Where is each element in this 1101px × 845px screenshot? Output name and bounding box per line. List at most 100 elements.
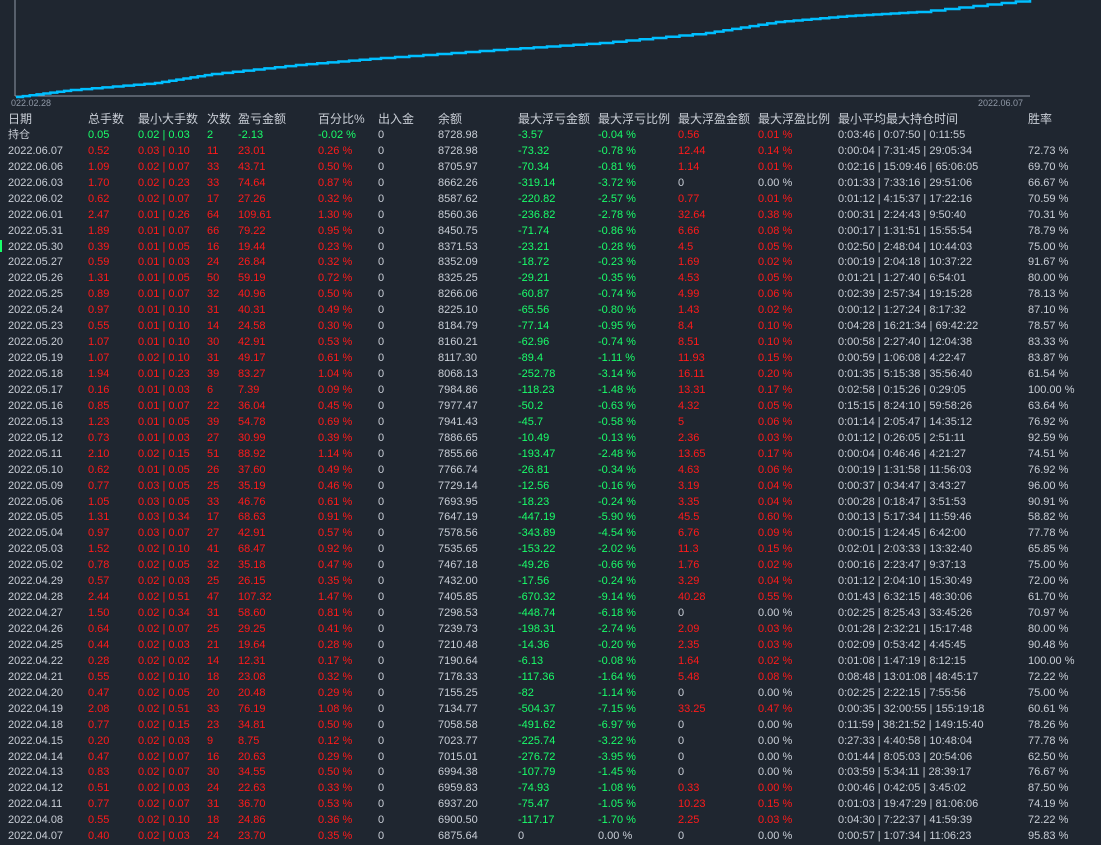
balance-cell: 8068.13 (438, 368, 478, 380)
max-floating-profit-cell: 2.25 (678, 814, 700, 827)
total-lots-cell: 2.44 (88, 591, 110, 604)
max-floating-profit-cell: 33.25 (678, 702, 706, 715)
date-cell: 2022.05.04 (8, 527, 64, 540)
table-row: 2022.04.12 0.51 0.02 | 0.03 24 22.63 0.33 % 0 6… (0, 781, 1101, 797)
total-lots-cell: 0.55 (88, 814, 110, 827)
date-cell: 2022.05.26 (8, 272, 64, 285)
min-max-lots-cell: 0.02 | 0.34 (138, 607, 190, 620)
pnl-percent-cell: 0.46 % (318, 479, 353, 492)
deposit-withdraw-cell: 0 (378, 399, 385, 412)
balance-cell: 6937.20 (438, 798, 478, 811)
min-max-lots-cell: 0.02 | 0.02 (138, 654, 190, 667)
pnl-percent-cell: 1.08 % (318, 702, 353, 715)
max-floating-profit-pct-cell: 0.17 % (758, 383, 793, 396)
balance-cell: 8117.30 (438, 352, 477, 365)
max-floating-profit-cell: 6.76 (678, 527, 700, 540)
deposit-withdraw-cell: 0 (378, 750, 385, 763)
hold-time-min-avg-max-cell: 0:00:37 | 0:34:47 | 3:43:27 (838, 479, 967, 492)
date-cell: 2022.05.12 (8, 431, 64, 444)
min-max-lots-cell: 0.03 | 0.07 (138, 527, 190, 540)
max-floating-loss-pct-cell: -1.64 % (598, 670, 636, 683)
trade-count-cell: 21 (207, 638, 220, 651)
pnl-percent-cell: 0.50 % (318, 718, 353, 731)
deposit-withdraw-cell: 0 (378, 559, 385, 572)
table-row: 2022.05.19 1.07 0.02 | 0.10 31 49.17 0.61 % 0 8… (0, 351, 1101, 367)
max-floating-loss-pct-cell: -0.74 % (598, 336, 636, 349)
max-floating-loss-cell: -491.62 (518, 718, 556, 731)
max-floating-loss-pct-cell: -1.45 % (598, 766, 636, 779)
pnl-amount-cell: 40.31 (238, 304, 266, 317)
max-floating-profit-pct-cell: 0.55 % (758, 591, 793, 604)
trade-count-cell: 24 (207, 256, 220, 269)
pnl-amount-cell: 7.39 (238, 383, 260, 396)
total-lots-cell: 0.59 (88, 256, 110, 269)
win-rate-cell: 95.83 % (1028, 830, 1069, 843)
win-rate-cell: 92.59 % (1028, 431, 1069, 444)
hold-time-min-avg-max-cell: 0:01:12 | 0:26:05 | 2:51:11 (838, 431, 966, 444)
max-floating-profit-cell: 0 (678, 734, 685, 747)
min-max-lots-cell: 0.02 | 0.03 (138, 830, 190, 843)
max-floating-profit-cell: 0 (678, 766, 685, 779)
win-rate-cell: 87.50 % (1028, 782, 1069, 795)
total-lots-cell: 0.47 (88, 750, 110, 763)
pnl-percent-cell: 0.09 % (318, 383, 353, 396)
balance-cell: 7023.77 (438, 734, 478, 747)
trade-count-cell: 6 (207, 383, 214, 396)
deposit-withdraw-cell: 0 (378, 575, 385, 588)
hold-time-min-avg-max-cell: 0:01:33 | 7:33:16 | 29:51:06 (838, 176, 973, 189)
max-floating-profit-pct-cell: 0.01 % (758, 192, 793, 205)
table-row: 2022.04.19 2.08 0.02 | 0.51 33 76.19 1.08 % 0 7… (0, 702, 1101, 718)
min-max-lots-cell: 最小大手数 (138, 112, 199, 126)
max-floating-profit-cell: 0 (678, 686, 685, 699)
deposit-withdraw-cell: 0 (378, 734, 385, 747)
max-floating-loss-cell: 0 (518, 830, 525, 843)
total-lots-cell: 1.50 (88, 607, 110, 620)
max-floating-loss-cell: -82 (518, 686, 534, 699)
max-floating-profit-pct-cell: 0.06 % (758, 288, 793, 301)
max-floating-profit-pct-cell: 0.15 % (758, 352, 793, 365)
deposit-withdraw-cell: 0 (378, 208, 385, 221)
win-rate-cell: 63.64 % (1028, 399, 1069, 412)
hold-time-min-avg-max-cell: 0:00:13 | 5:17:34 | 11:59:46 (838, 511, 972, 524)
deposit-withdraw-cell: 0 (378, 511, 385, 524)
min-max-lots-cell: 0.01 | 0.03 (138, 256, 190, 269)
total-lots-cell: 1.89 (88, 224, 110, 237)
min-max-lots-cell: 0.02 | 0.07 (138, 766, 190, 779)
deposit-withdraw-cell: 0 (378, 670, 385, 683)
chart-x-start-label: 022.02.28 (11, 98, 52, 108)
pnl-percent-cell: 0.29 % (318, 686, 353, 699)
balance-cell: 7298.53 (438, 607, 478, 620)
max-floating-loss-pct-cell: -2.74 % (598, 623, 636, 635)
hold-time-min-avg-max-cell: 0:02:01 | 2:03:33 | 13:32:40 (838, 543, 973, 556)
deposit-withdraw-cell: 0 (378, 272, 385, 285)
min-max-lots-cell: 0.03 | 0.05 (138, 495, 190, 508)
balance-cell: 7855.66 (438, 447, 478, 460)
max-floating-profit-pct-cell: 0.02 % (758, 559, 793, 572)
max-floating-profit-pct-cell: 0.00 % (758, 686, 793, 699)
trade-count-cell: 24 (207, 830, 220, 843)
date-cell: 2022.05.24 (8, 304, 64, 317)
date-cell: 2022.05.23 (8, 320, 64, 333)
win-rate-cell: 76.67 % (1028, 766, 1069, 779)
max-floating-loss-cell: -198.31 (518, 623, 556, 635)
win-rate-cell: 58.82 % (1028, 511, 1069, 524)
total-lots-cell: 1.09 (88, 160, 110, 173)
date-cell: 2022.06.01 (8, 208, 64, 221)
hold-time-min-avg-max-cell: 0:02:58 | 0:15:26 | 0:29:05 (838, 383, 967, 396)
total-lots-cell: 0.85 (88, 399, 110, 412)
pnl-percent-cell: 0.17 % (318, 654, 353, 667)
win-rate-cell: 胜率 (1028, 112, 1053, 126)
max-floating-profit-pct-cell: 0.01 % (758, 128, 793, 141)
date-cell: 2022.05.16 (8, 399, 64, 412)
hold-time-min-avg-max-cell: 0:00:58 | 2:27:40 | 12:04:38 (838, 336, 973, 349)
win-rate-cell: 70.59 % (1028, 192, 1069, 205)
max-floating-profit-pct-cell: 0.04 % (758, 495, 793, 508)
pnl-percent-cell: 0.47 % (318, 559, 353, 572)
pnl-amount-cell: 23.08 (238, 670, 266, 683)
pnl-amount-cell: 107.32 (238, 591, 272, 604)
pnl-amount-cell: -2.13 (238, 128, 264, 141)
max-floating-loss-pct-cell: -3.22 % (598, 734, 636, 747)
max-floating-profit-pct-cell: 0.47 % (758, 702, 793, 715)
hold-time-min-avg-max-cell: 0:00:15 | 1:24:45 | 6:42:00 (838, 527, 967, 540)
balance-cell: 8705.97 (438, 160, 478, 173)
